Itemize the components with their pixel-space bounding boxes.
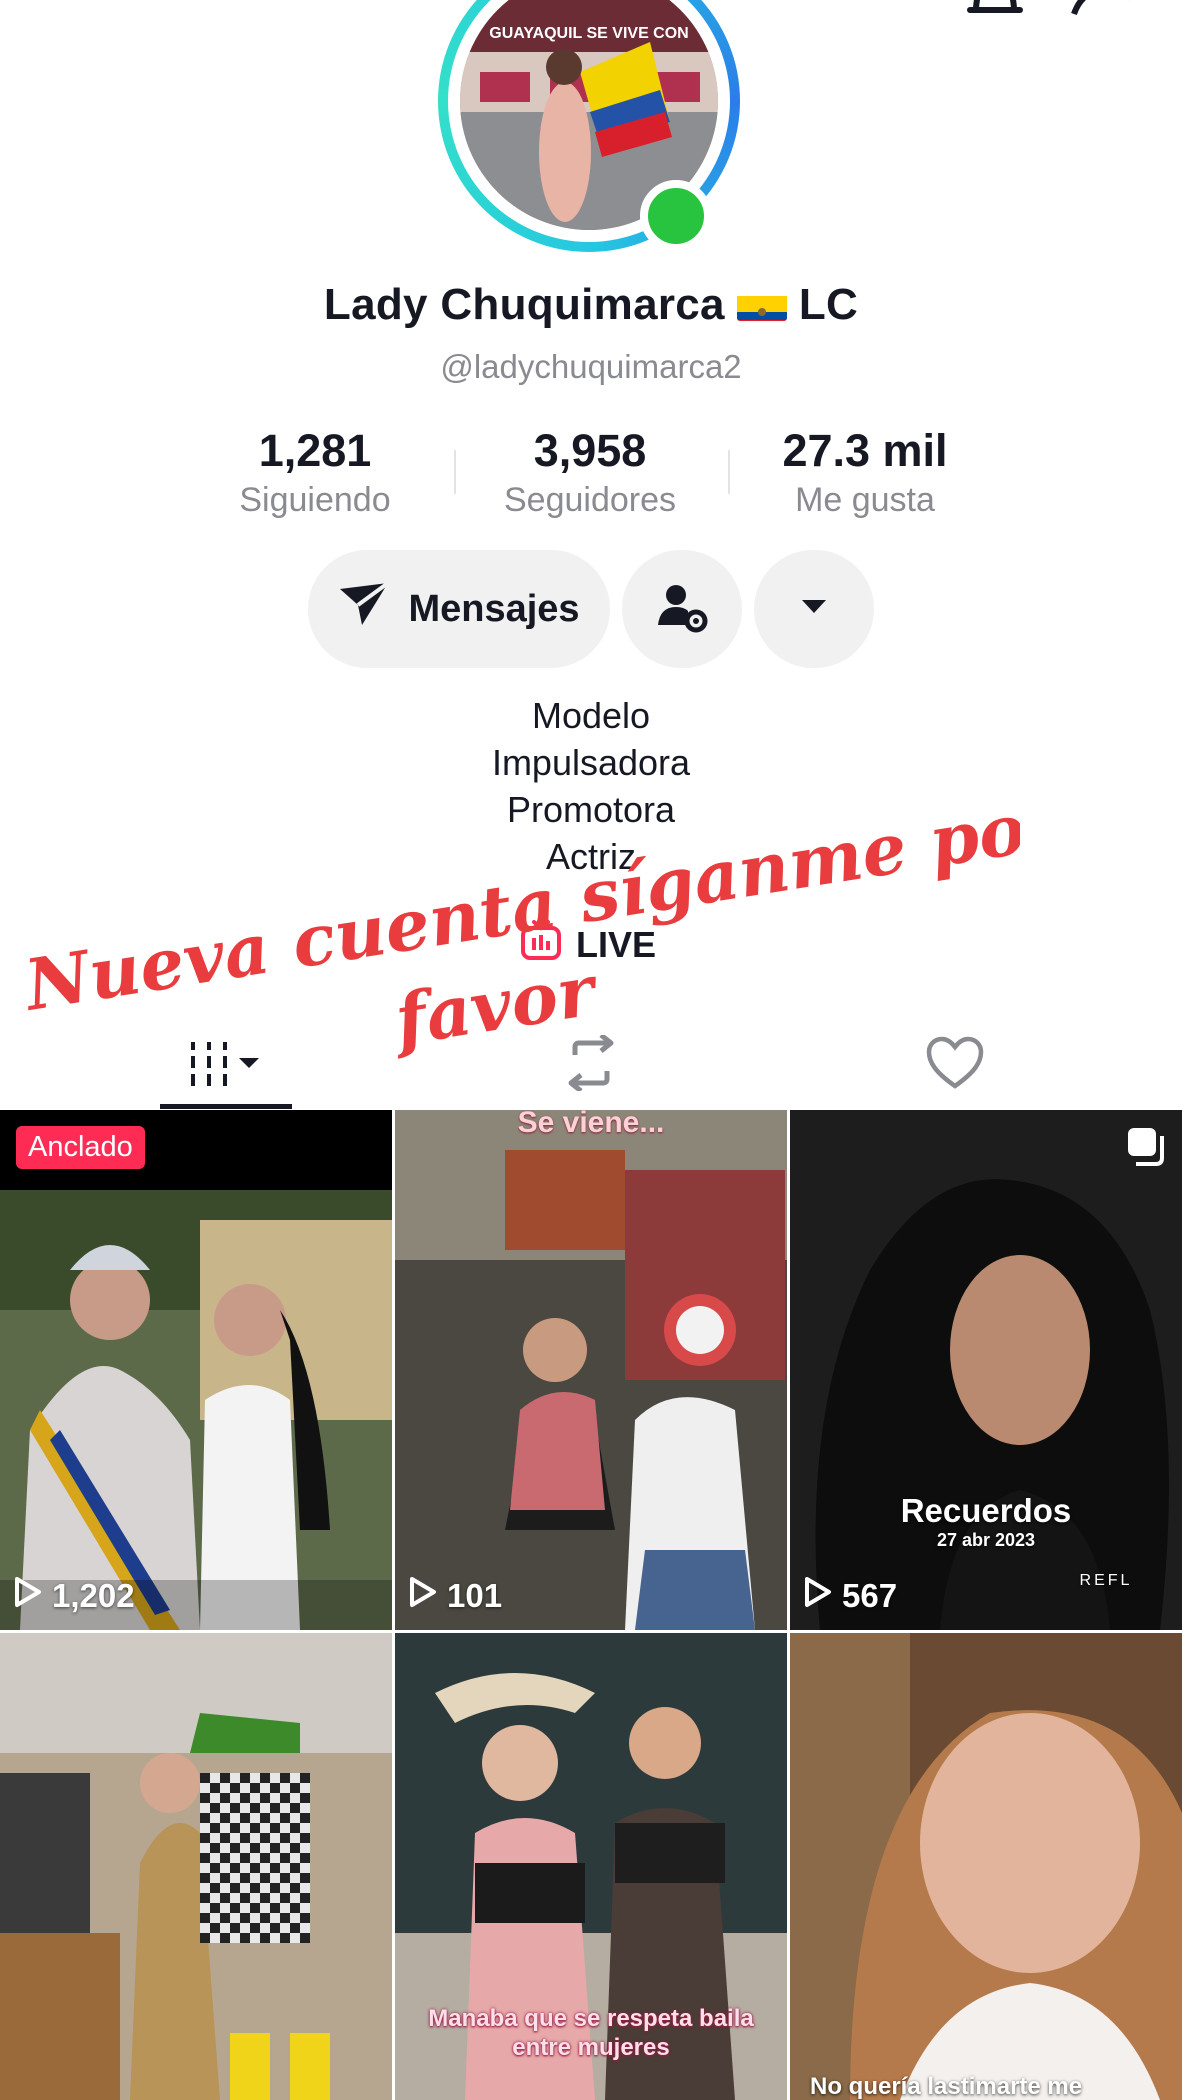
video-corner-text: REFL [1079,1572,1133,1589]
view-count-value: 101 [447,1577,503,1614]
send-icon [338,581,390,637]
video-caption: Manaba que se respeta baila entre mujere… [428,2005,754,2061]
video-grid: Anclado 1,202 Se viene... 101 Recuerdos … [0,1110,1182,2100]
view-count: 567 [804,1576,897,1616]
display-name: Lady Chuquimarca LC [0,280,1182,330]
ecuador-flag-icon [736,289,787,321]
video-thumbnail[interactable]: Recuerdos 27 abr 2023 REFL 567 [790,1110,1182,1630]
video-caption: Se viene... [517,1110,665,1139]
view-count-value: 1,202 [52,1577,135,1614]
tab-reposts[interactable] [540,1020,642,1110]
video-thumbnail-image [790,1633,1182,2100]
username-handle: @ladychuquimarca2 [440,348,742,385]
video-thumbnail-image [790,1110,1182,1630]
avatar-sign-text: GUAYAQUIL SE VIVE CON [489,25,688,42]
pinned-badge: Anclado [16,1126,145,1169]
video-thumbnail[interactable]: Manaba que se respeta baila entre mujere… [395,1633,787,2100]
display-name-suffix: LC [798,280,859,329]
video-caption: Recuerdos [900,1492,1072,1529]
more-options-button[interactable] [754,550,874,668]
play-icon [804,1576,832,1616]
videos-grid-icon [181,1036,271,1095]
play-icon [409,1576,437,1616]
tab-videos[interactable] [160,1020,292,1110]
profile-tabs [0,1020,1182,1110]
stat-likes[interactable]: 27.3 mil Me gusta [730,425,1000,520]
video-caption: No quería lastimarte me [810,2073,1083,2100]
view-count-value: 567 [842,1577,898,1614]
message-button-label: Mensajes [408,587,580,630]
video-subcaption: 27 abr 2023 [936,1530,1036,1550]
repost-icon [561,1032,621,1096]
caret-down-icon [802,599,826,619]
video-thumbnail-image [395,1110,787,1630]
friend-settings-button[interactable] [622,550,742,668]
display-name-first: Lady Chuquimarca [323,280,725,329]
view-count: 1,202 [14,1576,135,1616]
active-tab-indicator [160,1104,292,1109]
bio-line: Impulsadora [491,742,691,783]
message-button[interactable]: Mensajes [308,550,610,668]
live-tv-icon [520,919,562,971]
person-gear-icon [654,579,710,640]
video-thumbnail[interactable]: No quería lastimarte me [790,1633,1182,2100]
video-thumbnail[interactable]: Se viene... 101 [395,1110,787,1630]
live-link[interactable]: LIVE [520,919,657,971]
bio-line: Actriz [546,836,636,877]
play-icon [14,1576,42,1616]
followers-count: 3,958 [533,425,647,476]
likes-label: Me gusta [795,481,935,519]
likes-count: 27.3 mil [782,425,948,476]
video-thumbnail[interactable]: Anclado 1,202 [0,1110,392,1630]
following-label: Siguiendo [239,481,391,519]
back-arrow-icon[interactable] [40,0,100,20]
tab-liked[interactable] [904,1020,1006,1110]
view-count: 101 [409,1576,502,1616]
share-arrow-icon[interactable] [1068,0,1138,20]
online-status-dot [640,180,712,252]
live-label: LIVE [576,924,657,965]
following-count: 1,281 [258,425,372,476]
stat-followers[interactable]: 3,958 Seguidores [455,425,725,520]
bio-line: Modelo [531,695,651,736]
heart-icon [925,1036,985,1095]
video-thumbnail-image [0,1633,392,2100]
bio-line: Promotora [506,789,676,830]
video-thumbnail-image [0,1110,392,1630]
followers-label: Seguidores [503,481,676,519]
bell-icon[interactable] [960,0,1030,20]
multi-image-icon [1126,1126,1166,1171]
video-thumbnail[interactable] [0,1633,392,2100]
stat-following[interactable]: 1,281 Siguiendo [180,425,450,520]
